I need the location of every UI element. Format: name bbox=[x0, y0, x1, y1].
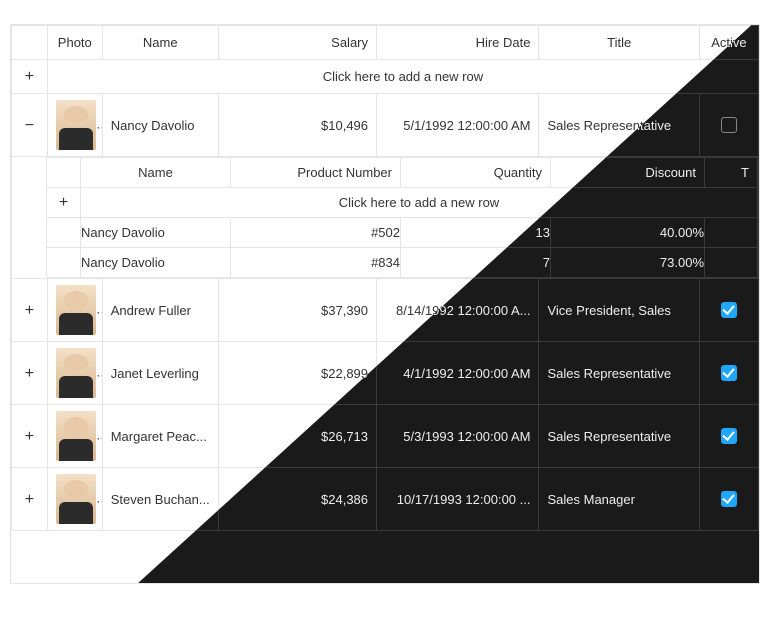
active-checkbox[interactable] bbox=[721, 491, 737, 507]
table-row[interactable]: + Margaret Peac... $26,713 5/3/1993 12:0… bbox=[12, 405, 759, 468]
light-theme-layer: Photo Name Salary Hire Date Title Active… bbox=[11, 25, 759, 583]
add-row-label[interactable]: Click here to add a new row bbox=[47, 60, 758, 94]
cell-hire[interactable]: 5/1/1992 12:00:00 AM bbox=[377, 94, 539, 157]
plus-icon[interactable]: + bbox=[23, 368, 35, 380]
cell-hire[interactable]: 8/14/1992 12:00:00 A... bbox=[377, 279, 539, 342]
nested-cell-prod[interactable]: #834 bbox=[231, 248, 401, 278]
active-checkbox[interactable] bbox=[721, 117, 737, 133]
avatar bbox=[56, 474, 96, 524]
cell-salary[interactable]: $22,899 bbox=[218, 342, 376, 405]
plus-icon[interactable]: + bbox=[23, 431, 35, 443]
cell-hire[interactable]: 4/1/1992 12:00:00 AM bbox=[377, 342, 539, 405]
cell-hire[interactable]: 5/3/1993 12:00:00 AM bbox=[377, 405, 539, 468]
cell-title[interactable]: Vice President, Sales bbox=[539, 279, 699, 342]
nested-row[interactable]: Nancy Davolio #502 13 40.00% bbox=[47, 218, 758, 248]
header-title[interactable]: Title bbox=[539, 26, 699, 60]
minus-icon[interactable]: − bbox=[23, 120, 35, 132]
nested-header-name[interactable]: Name bbox=[81, 158, 231, 188]
nested-cell-prod[interactable]: #502 bbox=[231, 218, 401, 248]
avatar bbox=[56, 348, 96, 398]
nested-grid: Name Product Number Quantity Discount T … bbox=[46, 157, 758, 278]
cell-title[interactable]: Sales Representative bbox=[539, 94, 699, 157]
cell-title[interactable]: Sales Representative bbox=[539, 405, 699, 468]
plus-icon[interactable]: + bbox=[58, 197, 70, 209]
nested-add-row-label[interactable]: Click here to add a new row bbox=[81, 188, 758, 218]
table-row[interactable]: + Andrew Fuller $37,390 8/14/1992 12:00:… bbox=[12, 279, 759, 342]
header-row: Photo Name Salary Hire Date Title Active bbox=[12, 26, 759, 60]
active-checkbox[interactable] bbox=[721, 428, 737, 444]
nested-row[interactable]: Nancy Davolio #834 7 73.00% bbox=[47, 248, 758, 278]
plus-icon[interactable]: + bbox=[23, 494, 35, 506]
cell-salary[interactable]: $24,386 bbox=[218, 468, 376, 531]
nested-grid-wrap: Name Product Number Quantity Discount T … bbox=[12, 157, 759, 279]
active-checkbox[interactable] bbox=[721, 365, 737, 381]
cell-salary[interactable]: $26,713 bbox=[218, 405, 376, 468]
cell-name[interactable]: Andrew Fuller bbox=[102, 279, 218, 342]
nested-header-disc[interactable]: Discount bbox=[551, 158, 705, 188]
nested-header-total[interactable]: T bbox=[705, 158, 758, 188]
header-salary[interactable]: Salary bbox=[218, 26, 376, 60]
cell-title[interactable]: Sales Manager bbox=[539, 468, 699, 531]
nested-add-row[interactable]: + Click here to add a new row bbox=[47, 188, 758, 218]
nested-header-prod[interactable]: Product Number bbox=[231, 158, 401, 188]
active-checkbox[interactable] bbox=[721, 302, 737, 318]
header-photo[interactable]: Photo bbox=[47, 26, 102, 60]
cell-name[interactable]: Steven Buchan... bbox=[102, 468, 218, 531]
nested-cell-qty[interactable]: 13 bbox=[401, 218, 551, 248]
header-hire[interactable]: Hire Date bbox=[377, 26, 539, 60]
avatar bbox=[56, 100, 96, 150]
plus-icon[interactable]: + bbox=[23, 71, 35, 83]
plus-icon[interactable]: + bbox=[23, 305, 35, 317]
avatar bbox=[56, 285, 96, 335]
data-grid: Photo Name Salary Hire Date Title Active… bbox=[10, 24, 760, 584]
header-name[interactable]: Name bbox=[102, 26, 218, 60]
nested-cell-qty[interactable]: 7 bbox=[401, 248, 551, 278]
employees-table: Photo Name Salary Hire Date Title Active… bbox=[11, 25, 759, 531]
nested-cell-name[interactable]: Nancy Davolio bbox=[81, 248, 231, 278]
cell-salary[interactable]: $10,496 bbox=[218, 94, 376, 157]
header-expander bbox=[12, 26, 48, 60]
cell-name[interactable]: Margaret Peac... bbox=[102, 405, 218, 468]
nested-cell-name[interactable]: Nancy Davolio bbox=[81, 218, 231, 248]
nested-cell-disc[interactable]: 40.00% bbox=[551, 218, 705, 248]
cell-name[interactable]: Janet Leverling bbox=[102, 342, 218, 405]
cell-salary[interactable]: $37,390 bbox=[218, 279, 376, 342]
cell-name[interactable]: Nancy Davolio bbox=[102, 94, 218, 157]
nested-header-qty[interactable]: Quantity bbox=[401, 158, 551, 188]
cell-hire[interactable]: 10/17/1993 12:00:00 ... bbox=[377, 468, 539, 531]
add-new-row[interactable]: + Click here to add a new row bbox=[12, 60, 759, 94]
cell-title[interactable]: Sales Representative bbox=[539, 342, 699, 405]
nested-header-row: Name Product Number Quantity Discount T bbox=[47, 158, 758, 188]
nested-cell-disc[interactable]: 73.00% bbox=[551, 248, 705, 278]
table-row[interactable]: + Janet Leverling $22,899 4/1/1992 12:00… bbox=[12, 342, 759, 405]
table-row[interactable]: − Nancy Davolio $10,496 5/1/1992 12:00:0… bbox=[12, 94, 759, 157]
header-active[interactable]: Active bbox=[699, 26, 758, 60]
table-row[interactable]: + Steven Buchan... $24,386 10/17/1993 12… bbox=[12, 468, 759, 531]
avatar bbox=[56, 411, 96, 461]
